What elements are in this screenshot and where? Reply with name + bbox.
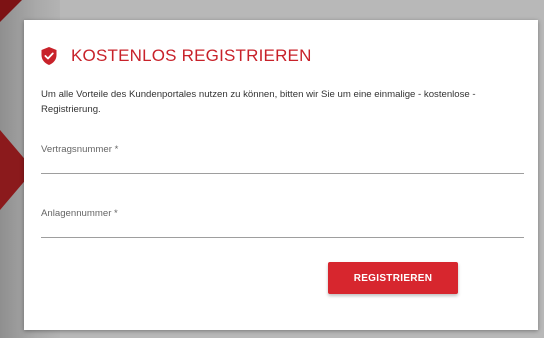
vertragsnummer-label: Vertragsnummer *: [41, 144, 119, 155]
registration-card: KOSTENLOS REGISTRIEREN Um alle Vorteile …: [24, 20, 538, 330]
card-title: KOSTENLOS REGISTRIEREN: [71, 46, 312, 65]
register-button[interactable]: REGISTRIEREN: [328, 262, 458, 294]
card-header: KOSTENLOS REGISTRIEREN: [41, 46, 312, 66]
anlagennummer-input[interactable]: [41, 219, 524, 237]
intro-text: Um alle Vorteile des Kundenportales nutz…: [41, 89, 476, 115]
anlagennummer-field[interactable]: Anlagennummer *: [41, 208, 524, 238]
shield-check-icon: [41, 47, 57, 65]
anlagennummer-label: Anlagennummer *: [41, 208, 118, 219]
vertragsnummer-input[interactable]: [41, 155, 524, 173]
background-corner-shape: [0, 0, 22, 22]
vertragsnummer-field[interactable]: Vertragsnummer *: [41, 144, 524, 174]
